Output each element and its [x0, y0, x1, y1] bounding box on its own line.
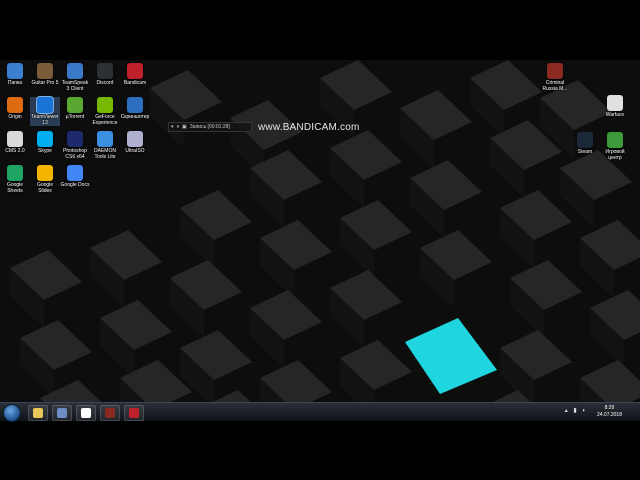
desktop-icon-label: UltraISO: [125, 148, 145, 154]
bandicam-icon: [127, 63, 143, 79]
camera-icon[interactable]: ▣: [182, 122, 187, 132]
media-player-icon: [57, 408, 67, 418]
warface-icon: [607, 95, 623, 111]
skype-icon: [37, 131, 53, 147]
start-button[interactable]: [3, 404, 21, 422]
recording-time: Запись [00:01:28]: [189, 124, 230, 130]
pause-icon[interactable]: ⏸: [177, 122, 180, 132]
desktop-icon-teamviewer[interactable]: TeamViewer 13: [30, 96, 60, 126]
desktop-icon-daemon[interactable]: DAEMON Tools Lite: [90, 131, 120, 160]
desktop-icon-criminal[interactable]: Criminal Russia M...: [540, 63, 570, 92]
taskbar-button-bandicam-task[interactable]: [124, 405, 144, 421]
desktop-icon-label: µTorrent: [65, 114, 85, 120]
desktop-icon-label: Steam: [577, 149, 593, 155]
desktop-icon-screenshoter[interactable]: Скриншотер: [120, 97, 150, 120]
daemon-tools-icon: [97, 131, 113, 147]
folder-ie-icon: [7, 63, 23, 79]
taskbar: ▴ ▮ ◐ 8:29 24.07.2018: [0, 402, 640, 422]
desktop-icon-label: Guitar Pro 5: [31, 80, 59, 86]
game-center-icon: [607, 132, 623, 148]
origin-icon: [7, 97, 23, 113]
desktop-icon-teamspeak[interactable]: TeamSpeak 3 Client: [60, 63, 90, 92]
screenshot-icon: [127, 97, 143, 113]
desktop-icon-origin[interactable]: Origin: [0, 97, 30, 120]
arrow-down-icon[interactable]: ▾: [171, 122, 174, 132]
desktop-icon-skype[interactable]: Skype: [30, 131, 60, 154]
taskbar-button-yandex[interactable]: [76, 405, 96, 421]
desktop-icon-docs[interactable]: Google Docs: [60, 165, 90, 188]
desktop-icon-label: Google Sheets: [6, 182, 24, 194]
taskbar-button-media[interactable]: [52, 405, 72, 421]
desktop[interactable]: Папка Guitar Pro 5 TeamSpeak 3 Client Disco…: [0, 60, 640, 420]
clock[interactable]: 8:29 24.07.2018: [597, 405, 622, 419]
desktop-icon-label: Criminal Russia M...: [542, 80, 568, 92]
teamspeak-icon: [67, 63, 83, 79]
geforce-icon: [97, 97, 113, 113]
ultraiso-icon: [127, 131, 143, 147]
clock-date: 24.07.2018: [596, 412, 622, 418]
criminal-russia-icon: [105, 408, 115, 418]
desktop-icon-label: CMS 2.0: [5, 148, 25, 154]
taskbar-button-explorer[interactable]: [28, 405, 48, 421]
desktop-icon-cms[interactable]: CMS 2.0: [0, 131, 30, 154]
desktop-icon-discord[interactable]: Discord: [90, 63, 120, 86]
criminal-russia-icon: [547, 63, 563, 79]
google-docs-icon: [67, 165, 83, 181]
taskbar-button-criminal-task[interactable]: [100, 405, 120, 421]
desktop-icon-label: TeamSpeak 3 Client: [61, 80, 89, 92]
desktop-icon-label: Warface: [605, 112, 625, 118]
desktop-icon-label: GeForce Experience: [92, 114, 118, 126]
desktop-icon-label: Bandicam: [123, 80, 147, 86]
desktop-icon-papka[interactable]: Папка: [0, 63, 30, 86]
google-slides-icon: [37, 165, 53, 181]
desktop-icon-bandicam[interactable]: Bandicam: [120, 63, 150, 86]
desktop-icon-label: Origin: [8, 114, 22, 120]
bandicam-recording-bar[interactable]: ▾ ⏸ ▣ Запись [00:01:28]: [168, 122, 252, 132]
desktop-icon-photoshop[interactable]: Photoshop CS6 x64: [60, 131, 90, 160]
explorer-icon: [33, 408, 43, 418]
desktop-icon-guitar-pro[interactable]: Guitar Pro 5: [30, 63, 60, 86]
clock-time: 8:29: [604, 405, 615, 411]
bandicam-icon: [129, 408, 139, 418]
desktop-icon-ultraiso[interactable]: UltraISO: [120, 131, 150, 154]
desktop-icon-geforce[interactable]: GeForce Experience: [90, 97, 120, 126]
google-sheets-icon: [7, 165, 23, 181]
desktop-icon-steam[interactable]: Steam: [570, 132, 600, 155]
desktop-icon-label: Игровой центр: [605, 149, 625, 161]
bandicam-watermark: www.BANDICAM.com: [258, 122, 360, 133]
desktop-icon-igrovoy[interactable]: Игровой центр: [600, 132, 630, 161]
desktop-icon-utorrent[interactable]: µTorrent: [60, 97, 90, 120]
utorrent-icon: [67, 97, 83, 113]
desktop-icon-sheets[interactable]: Google Sheets: [0, 165, 30, 194]
guitar-pro-icon: [37, 63, 53, 79]
desktop-icon-warface[interactable]: Warface: [600, 95, 630, 118]
teamviewer-icon: [36, 96, 54, 114]
desktop-icon-label: Google Slides: [36, 182, 54, 194]
desktop-icon-label: Google Docs: [60, 182, 90, 188]
desktop-icon-label: Photoshop CS6 x64: [63, 148, 87, 160]
desktop-icon-label: Папка: [7, 80, 23, 86]
photoshop-icon: [67, 131, 83, 147]
yandex-browser-icon: [81, 408, 91, 418]
desktop-icon-label: Discord: [96, 80, 114, 86]
steam-icon: [577, 132, 593, 148]
cms-icon: [7, 131, 23, 147]
desktop-icon-slides[interactable]: Google Slides: [30, 165, 60, 194]
desktop-icon-label: TeamViewer 13: [31, 114, 59, 126]
desktop-icon-label: Skype: [38, 148, 52, 154]
desktop-icon-label: Скриншотер: [120, 114, 150, 120]
discord-icon: [97, 63, 113, 79]
system-tray[interactable]: ▴ ▮ ◐: [565, 407, 588, 414]
desktop-icon-label: DAEMON Tools Lite: [94, 148, 116, 160]
